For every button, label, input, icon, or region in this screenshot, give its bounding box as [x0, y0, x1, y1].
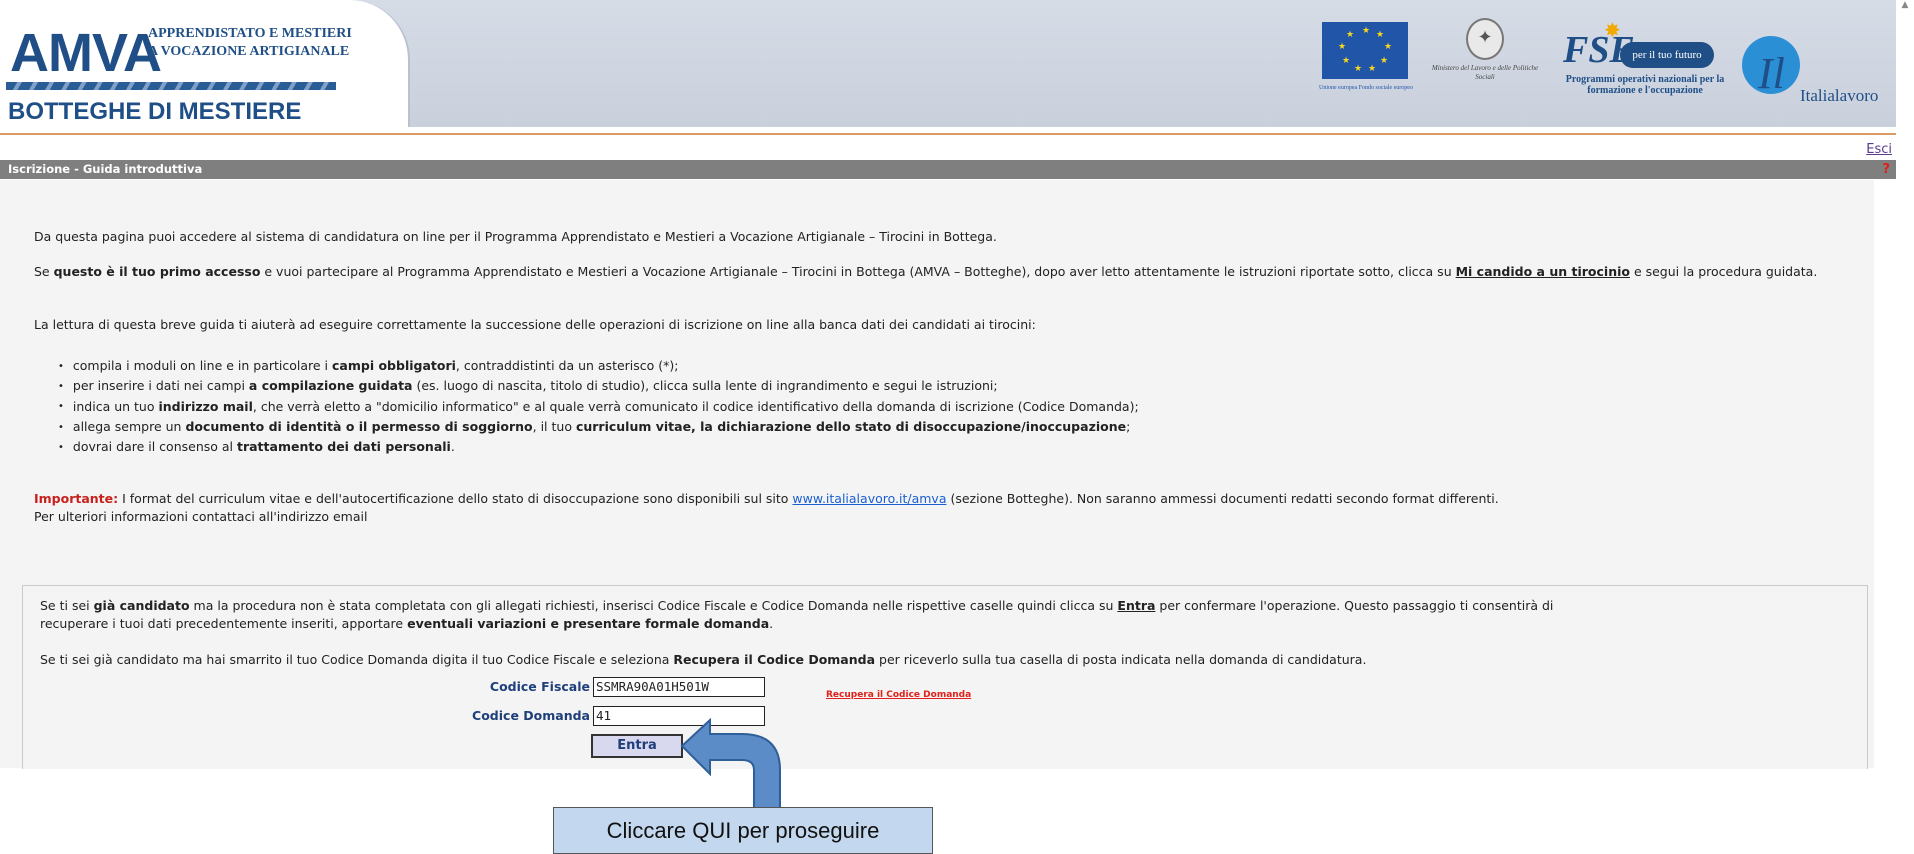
box-text: ma la procedura non è stata completata c… — [189, 598, 1118, 613]
box-bold: già candidato — [93, 598, 190, 613]
important-text: (sezione Botteghe). Non saranno ammessi … — [946, 491, 1499, 506]
star-icon: ✸ — [1604, 18, 1621, 42]
box-paragraph-1: Se ti sei già candidato ma la procedura … — [40, 597, 1870, 633]
instructions-list: compila i moduli on line e in particolar… — [58, 356, 1139, 457]
item-text: , il tuo — [532, 418, 576, 434]
item-bold: trattamento dei dati personali — [236, 439, 451, 454]
logo-stripe — [6, 82, 336, 90]
codice-fiscale-input[interactable]: SSMRA90A01H501W — [593, 677, 765, 697]
logo-subtitle-2: A VOCAZIONE ARTIGIANALE — [148, 44, 350, 59]
intro-paragraph-2: Se questo è il tuo primo accesso e vuoi … — [34, 263, 1864, 281]
eu-text: Unione europea Fondo sociale europeo — [1319, 85, 1413, 91]
mi-candido-link[interactable]: Mi candido a un tirocinio — [1456, 264, 1630, 279]
item-bold: documento di identità o il permesso di s… — [185, 418, 533, 434]
intro-text: e vuoi partecipare al Programma Apprendi… — [260, 264, 1456, 279]
intro-paragraph-3: La lettura di questa breve guida ti aiut… — [34, 317, 1036, 332]
item-bold: campi obbligatori — [332, 358, 456, 373]
italialavoro-link[interactable]: www.italialavoro.it/amva — [792, 491, 946, 506]
entra-link[interactable]: Entra — [1117, 598, 1155, 613]
box-text: . — [769, 616, 774, 631]
logo-subtitle-1: APPRENDISTATO E MESTIERI — [148, 26, 352, 41]
important-text: I format del curriculum vitae e dell'aut… — [118, 491, 793, 506]
intro-paragraph-1: Da questa pagina puoi accedere al sistem… — [34, 229, 997, 244]
header: AMVA APPRENDISTATO E MESTIERI A VOCAZION… — [0, 0, 1896, 127]
item-text: compila i moduli on line e in particolar… — [72, 358, 333, 373]
section-title-bar: Iscrizione - Guida introduttiva ? — [0, 160, 1896, 179]
logo-panel: AMVA APPRENDISTATO E MESTIERI A VOCAZION… — [0, 0, 410, 127]
item-text: ; — [1126, 418, 1131, 434]
item-bold: indirizzo mail — [158, 398, 253, 414]
intro-text: Se — [34, 264, 54, 279]
exit-link[interactable]: Esci — [1866, 142, 1892, 157]
box-bold: eventuali variazioni e presentare formal… — [407, 616, 770, 631]
codice-domanda-label: Codice Domanda — [472, 708, 590, 723]
scrollbar[interactable]: ▲ — [1896, 0, 1914, 854]
list-item: dovrai dare il consenso al trattamento d… — [58, 437, 1139, 457]
item-text: indica un tuo — [72, 398, 159, 414]
list-item: indica un tuo indirizzo mail, che verrà … — [58, 397, 1139, 417]
header-divider — [0, 133, 1896, 135]
ministry-text: Ministero del Lavoro e delle Politiche S… — [1431, 64, 1539, 81]
recupera-codice-link[interactable]: Recupera il Codice Domanda — [826, 690, 971, 700]
box-text: per riceverlo sulla tua casella di posta… — [875, 652, 1367, 667]
italialavoro-text: Italialavoro — [1800, 86, 1879, 105]
entra-button[interactable]: Entra — [591, 734, 683, 758]
item-text: per inserire i dati nei campi — [72, 378, 249, 394]
ministry-emblem-icon: ✦ — [1466, 18, 1504, 60]
logo-botteghe: BOTTEGHE DI MESTIERE — [8, 98, 302, 125]
instruction-callout: Cliccare QUI per proseguire — [553, 807, 933, 854]
intro-text: e segui la procedura guidata. — [1629, 264, 1818, 279]
contact-note: Per ulteriori informazioni contattaci al… — [34, 509, 368, 524]
item-text: , che verrà eletto a "domicilio informat… — [252, 398, 1139, 414]
box-text: Se ti sei — [40, 598, 94, 613]
fse-text: Programmi operativi nazionali per la for… — [1565, 74, 1725, 96]
box-paragraph-2: Se ti sei già candidato ma hai smarrito … — [40, 651, 1870, 669]
box-bold: Recupera il Codice Domanda — [673, 652, 876, 667]
important-note: Importante: I format del curriculum vita… — [34, 490, 1864, 508]
fse-tagline: per il tuo futuro — [1620, 42, 1714, 68]
list-item: compila i moduli on line e in particolar… — [58, 356, 1139, 376]
box-text: per confermare l'operazione. Questo pass… — [1155, 598, 1554, 613]
scroll-up-icon[interactable]: ▲ — [1899, 0, 1911, 10]
item-text: dovrai dare il consenso al — [72, 439, 237, 454]
codice-fiscale-label: Codice Fiscale — [489, 679, 590, 694]
eu-flag-icon: ★ ★ ★ ★ ★ ★ ★ ★ ★ — [1322, 22, 1408, 79]
section-title: Iscrizione - Guida introduttiva — [8, 162, 203, 176]
list-item: per inserire i dati nei campi a compilaz… — [58, 376, 1139, 396]
logo-amva: AMVA — [10, 23, 162, 83]
box-text: Se ti sei già candidato ma hai smarrito … — [40, 652, 674, 667]
item-text: . — [450, 439, 455, 454]
help-icon[interactable]: ? — [1874, 160, 1890, 179]
item-text: (es. luogo di nascita, titolo di studio)… — [412, 378, 998, 394]
item-text: allega sempre un — [72, 418, 186, 434]
item-bold: curriculum vitae, la dichiarazione dello… — [575, 418, 1127, 434]
italialavoro-mark: Il — [1758, 49, 1785, 98]
item-bold: a compilazione guidata — [248, 378, 413, 394]
box-text: recuperare i tuoi dati precedentemente i… — [40, 616, 408, 631]
intro-bold: questo è il tuo primo accesso — [53, 264, 261, 279]
list-item: allega sempre un documento di identità o… — [58, 417, 1139, 437]
curved-arrow-icon — [680, 718, 781, 809]
item-text: , contraddistinti da un asterisco (*); — [455, 358, 679, 373]
important-label: Importante: — [34, 491, 119, 506]
